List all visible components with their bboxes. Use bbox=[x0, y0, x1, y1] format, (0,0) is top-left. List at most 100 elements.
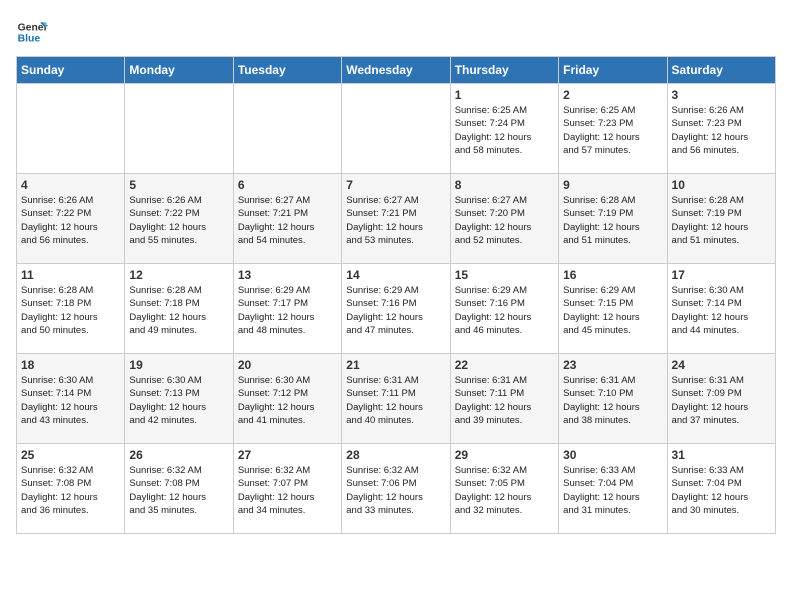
day-detail: Sunrise: 6:32 AM Sunset: 7:08 PM Dayligh… bbox=[21, 464, 120, 517]
day-number: 25 bbox=[21, 448, 120, 462]
day-detail: Sunrise: 6:29 AM Sunset: 7:16 PM Dayligh… bbox=[346, 284, 445, 337]
day-number: 2 bbox=[563, 88, 662, 102]
col-header-wednesday: Wednesday bbox=[342, 57, 450, 84]
day-detail: Sunrise: 6:30 AM Sunset: 7:14 PM Dayligh… bbox=[672, 284, 771, 337]
day-number: 20 bbox=[238, 358, 337, 372]
calendar-cell: 20 Sunrise: 6:30 AM Sunset: 7:12 PM Dayli… bbox=[233, 354, 341, 444]
day-number: 6 bbox=[238, 178, 337, 192]
calendar-cell: 14 Sunrise: 6:29 AM Sunset: 7:16 PM Dayli… bbox=[342, 264, 450, 354]
day-number: 3 bbox=[672, 88, 771, 102]
calendar-cell: 3 Sunrise: 6:26 AM Sunset: 7:23 PM Daylig… bbox=[667, 84, 775, 174]
calendar-cell: 18 Sunrise: 6:30 AM Sunset: 7:14 PM Dayli… bbox=[17, 354, 125, 444]
calendar-cell: 4 Sunrise: 6:26 AM Sunset: 7:22 PM Daylig… bbox=[17, 174, 125, 264]
day-detail: Sunrise: 6:30 AM Sunset: 7:14 PM Dayligh… bbox=[21, 374, 120, 427]
day-detail: Sunrise: 6:31 AM Sunset: 7:11 PM Dayligh… bbox=[346, 374, 445, 427]
week-row-3: 11Sunrise: 6:28 AM Sunset: 7:18 PM Dayli… bbox=[17, 264, 776, 354]
svg-text:Blue: Blue bbox=[18, 34, 41, 45]
logo-icon: General Blue bbox=[16, 16, 48, 48]
week-row-5: 25 Sunrise: 6:32 AM Sunset: 7:08 PM Dayli… bbox=[17, 444, 776, 534]
day-number: 16 bbox=[563, 268, 662, 282]
calendar-cell bbox=[17, 84, 125, 174]
day-number: 4 bbox=[21, 178, 120, 192]
calendar-cell: 11Sunrise: 6:28 AM Sunset: 7:18 PM Dayli… bbox=[17, 264, 125, 354]
day-number: 8 bbox=[455, 178, 554, 192]
day-detail: Sunrise: 6:26 AM Sunset: 7:22 PM Dayligh… bbox=[21, 194, 120, 247]
day-number: 1 bbox=[455, 88, 554, 102]
day-detail: Sunrise: 6:29 AM Sunset: 7:16 PM Dayligh… bbox=[455, 284, 554, 337]
day-number: 19 bbox=[129, 358, 228, 372]
day-detail: Sunrise: 6:31 AM Sunset: 7:09 PM Dayligh… bbox=[672, 374, 771, 427]
col-header-monday: Monday bbox=[125, 57, 233, 84]
calendar-cell: 16 Sunrise: 6:29 AM Sunset: 7:15 PM Dayli… bbox=[559, 264, 667, 354]
calendar-cell: 19 Sunrise: 6:30 AM Sunset: 7:13 PM Dayli… bbox=[125, 354, 233, 444]
day-detail: Sunrise: 6:29 AM Sunset: 7:15 PM Dayligh… bbox=[563, 284, 662, 337]
week-row-4: 18 Sunrise: 6:30 AM Sunset: 7:14 PM Dayli… bbox=[17, 354, 776, 444]
calendar-cell: 26Sunrise: 6:32 AM Sunset: 7:08 PM Dayli… bbox=[125, 444, 233, 534]
day-number: 30 bbox=[563, 448, 662, 462]
calendar-cell bbox=[233, 84, 341, 174]
calendar-cell bbox=[342, 84, 450, 174]
day-detail: Sunrise: 6:28 AM Sunset: 7:18 PM Dayligh… bbox=[21, 284, 120, 337]
page-header: General Blue bbox=[16, 16, 776, 48]
day-detail: Sunrise: 6:30 AM Sunset: 7:12 PM Dayligh… bbox=[238, 374, 337, 427]
calendar-cell: 24 Sunrise: 6:31 AM Sunset: 7:09 PM Dayli… bbox=[667, 354, 775, 444]
col-header-sunday: Sunday bbox=[17, 57, 125, 84]
col-header-friday: Friday bbox=[559, 57, 667, 84]
day-number: 24 bbox=[672, 358, 771, 372]
calendar-cell: 10 Sunrise: 6:28 AM Sunset: 7:19 PM Dayli… bbox=[667, 174, 775, 264]
day-detail: Sunrise: 6:26 AM Sunset: 7:22 PM Dayligh… bbox=[129, 194, 228, 247]
day-number: 10 bbox=[672, 178, 771, 192]
day-number: 12 bbox=[129, 268, 228, 282]
day-detail: Sunrise: 6:28 AM Sunset: 7:19 PM Dayligh… bbox=[563, 194, 662, 247]
day-number: 18 bbox=[21, 358, 120, 372]
day-detail: Sunrise: 6:27 AM Sunset: 7:21 PM Dayligh… bbox=[238, 194, 337, 247]
day-detail: Sunrise: 6:33 AM Sunset: 7:04 PM Dayligh… bbox=[672, 464, 771, 517]
calendar-cell: 15Sunrise: 6:29 AM Sunset: 7:16 PM Dayli… bbox=[450, 264, 558, 354]
day-detail: Sunrise: 6:27 AM Sunset: 7:21 PM Dayligh… bbox=[346, 194, 445, 247]
day-number: 26 bbox=[129, 448, 228, 462]
day-number: 13 bbox=[238, 268, 337, 282]
calendar-table: SundayMondayTuesdayWednesdayThursdayFrid… bbox=[16, 56, 776, 534]
calendar-cell: 13 Sunrise: 6:29 AM Sunset: 7:17 PM Dayli… bbox=[233, 264, 341, 354]
day-detail: Sunrise: 6:33 AM Sunset: 7:04 PM Dayligh… bbox=[563, 464, 662, 517]
calendar-cell: 28Sunrise: 6:32 AM Sunset: 7:06 PM Dayli… bbox=[342, 444, 450, 534]
calendar-cell: 7Sunrise: 6:27 AM Sunset: 7:21 PM Daylig… bbox=[342, 174, 450, 264]
calendar-cell: 1 Sunrise: 6:25 AM Sunset: 7:24 PM Daylig… bbox=[450, 84, 558, 174]
calendar-cell: 17 Sunrise: 6:30 AM Sunset: 7:14 PM Dayli… bbox=[667, 264, 775, 354]
calendar-cell: 5 Sunrise: 6:26 AM Sunset: 7:22 PM Daylig… bbox=[125, 174, 233, 264]
calendar-cell: 27 Sunrise: 6:32 AM Sunset: 7:07 PM Dayli… bbox=[233, 444, 341, 534]
calendar-cell: 23Sunrise: 6:31 AM Sunset: 7:10 PM Dayli… bbox=[559, 354, 667, 444]
week-row-1: 1 Sunrise: 6:25 AM Sunset: 7:24 PM Daylig… bbox=[17, 84, 776, 174]
day-detail: Sunrise: 6:30 AM Sunset: 7:13 PM Dayligh… bbox=[129, 374, 228, 427]
day-number: 21 bbox=[346, 358, 445, 372]
day-number: 5 bbox=[129, 178, 228, 192]
col-header-tuesday: Tuesday bbox=[233, 57, 341, 84]
day-number: 29 bbox=[455, 448, 554, 462]
day-detail: Sunrise: 6:26 AM Sunset: 7:23 PM Dayligh… bbox=[672, 104, 771, 157]
day-detail: Sunrise: 6:32 AM Sunset: 7:07 PM Dayligh… bbox=[238, 464, 337, 517]
day-detail: Sunrise: 6:32 AM Sunset: 7:05 PM Dayligh… bbox=[455, 464, 554, 517]
day-detail: Sunrise: 6:29 AM Sunset: 7:17 PM Dayligh… bbox=[238, 284, 337, 337]
day-number: 9 bbox=[563, 178, 662, 192]
day-detail: Sunrise: 6:25 AM Sunset: 7:24 PM Dayligh… bbox=[455, 104, 554, 157]
header-row: SundayMondayTuesdayWednesdayThursdayFrid… bbox=[17, 57, 776, 84]
day-detail: Sunrise: 6:27 AM Sunset: 7:20 PM Dayligh… bbox=[455, 194, 554, 247]
day-number: 27 bbox=[238, 448, 337, 462]
day-number: 23 bbox=[563, 358, 662, 372]
col-header-saturday: Saturday bbox=[667, 57, 775, 84]
day-number: 22 bbox=[455, 358, 554, 372]
day-number: 14 bbox=[346, 268, 445, 282]
calendar-cell bbox=[125, 84, 233, 174]
day-detail: Sunrise: 6:25 AM Sunset: 7:23 PM Dayligh… bbox=[563, 104, 662, 157]
calendar-cell: 6 Sunrise: 6:27 AM Sunset: 7:21 PM Daylig… bbox=[233, 174, 341, 264]
day-number: 17 bbox=[672, 268, 771, 282]
calendar-cell: 8 Sunrise: 6:27 AM Sunset: 7:20 PM Daylig… bbox=[450, 174, 558, 264]
day-number: 31 bbox=[672, 448, 771, 462]
day-number: 28 bbox=[346, 448, 445, 462]
calendar-cell: 2 Sunrise: 6:25 AM Sunset: 7:23 PM Daylig… bbox=[559, 84, 667, 174]
calendar-cell: 9 Sunrise: 6:28 AM Sunset: 7:19 PM Daylig… bbox=[559, 174, 667, 264]
day-detail: Sunrise: 6:28 AM Sunset: 7:19 PM Dayligh… bbox=[672, 194, 771, 247]
calendar-cell: 25 Sunrise: 6:32 AM Sunset: 7:08 PM Dayli… bbox=[17, 444, 125, 534]
calendar-cell: 31 Sunrise: 6:33 AM Sunset: 7:04 PM Dayli… bbox=[667, 444, 775, 534]
col-header-thursday: Thursday bbox=[450, 57, 558, 84]
